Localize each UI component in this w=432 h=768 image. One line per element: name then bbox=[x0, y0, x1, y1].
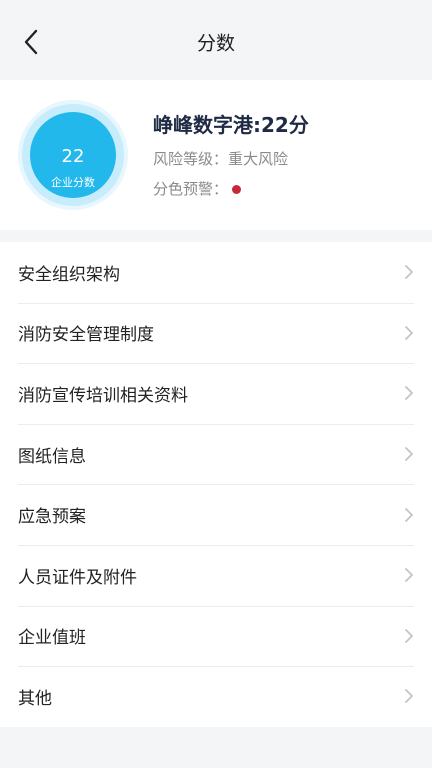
risk-level-row: 风险等级： 重大风险 bbox=[153, 148, 309, 170]
list-item-label: 人员证件及附件 bbox=[18, 567, 137, 588]
color-warning-label: 分色预警： bbox=[153, 180, 229, 198]
risk-level-value: 重大风险 bbox=[228, 150, 289, 168]
top-nav-bar: 分数 bbox=[0, 0, 432, 80]
list-item-other[interactable]: 其他 bbox=[0, 666, 432, 727]
chevron-right-icon bbox=[405, 265, 413, 280]
list-item-label: 企业值班 bbox=[18, 628, 86, 649]
chevron-right-icon bbox=[405, 507, 413, 522]
list-item-label: 消防宣传培训相关资料 bbox=[18, 385, 188, 406]
score-ring: 22 企业分数 bbox=[18, 100, 128, 210]
score-value: 22 bbox=[61, 146, 85, 167]
list-item-drawings[interactable]: 图纸信息 bbox=[0, 423, 432, 485]
color-warning-dot-icon bbox=[232, 184, 242, 194]
list-item-fire-training-materials[interactable]: 消防宣传培训相关资料 bbox=[0, 363, 432, 424]
list-item-label: 图纸信息 bbox=[18, 446, 86, 467]
score-label: 企业分数 bbox=[51, 176, 95, 189]
color-warning-row: 分色预警： bbox=[153, 178, 309, 200]
list-item-safety-organization[interactable]: 安全组织架构 bbox=[0, 242, 432, 303]
company-info: 峥峰数字港:22分 风险等级： 重大风险 分色预警： bbox=[153, 110, 309, 200]
category-list: 安全组织架构 消防安全管理制度 消防宣传培训相关资料 图纸信息 应急预案 人员证… bbox=[0, 242, 432, 727]
risk-level-label: 风险等级： bbox=[153, 150, 229, 168]
list-item-label: 安全组织架构 bbox=[18, 264, 120, 285]
chevron-right-icon bbox=[405, 628, 413, 643]
list-item-emergency-plan[interactable]: 应急预案 bbox=[0, 484, 432, 545]
chevron-right-icon bbox=[405, 447, 413, 461]
score-summary-card: 22 企业分数 峥峰数字港:22分 风险等级： 重大风险 分色预警： bbox=[0, 80, 432, 230]
list-item-personnel-certificates[interactable]: 人员证件及附件 bbox=[0, 544, 432, 606]
list-item-fire-safety-rules[interactable]: 消防安全管理制度 bbox=[0, 302, 432, 364]
chevron-right-icon bbox=[405, 386, 413, 401]
score-circle: 22 企业分数 bbox=[30, 112, 116, 198]
list-item-enterprise-duty[interactable]: 企业值班 bbox=[0, 605, 432, 667]
list-item-label: 其他 bbox=[18, 688, 52, 709]
list-item-label: 应急预案 bbox=[18, 507, 86, 528]
chevron-right-icon bbox=[405, 568, 413, 583]
company-title: 峥峰数字港:22分 bbox=[153, 113, 309, 137]
page-title: 分数 bbox=[196, 32, 235, 55]
chevron-right-icon bbox=[405, 325, 413, 340]
list-item-label: 消防安全管理制度 bbox=[18, 325, 154, 346]
chevron-right-icon bbox=[405, 689, 413, 704]
